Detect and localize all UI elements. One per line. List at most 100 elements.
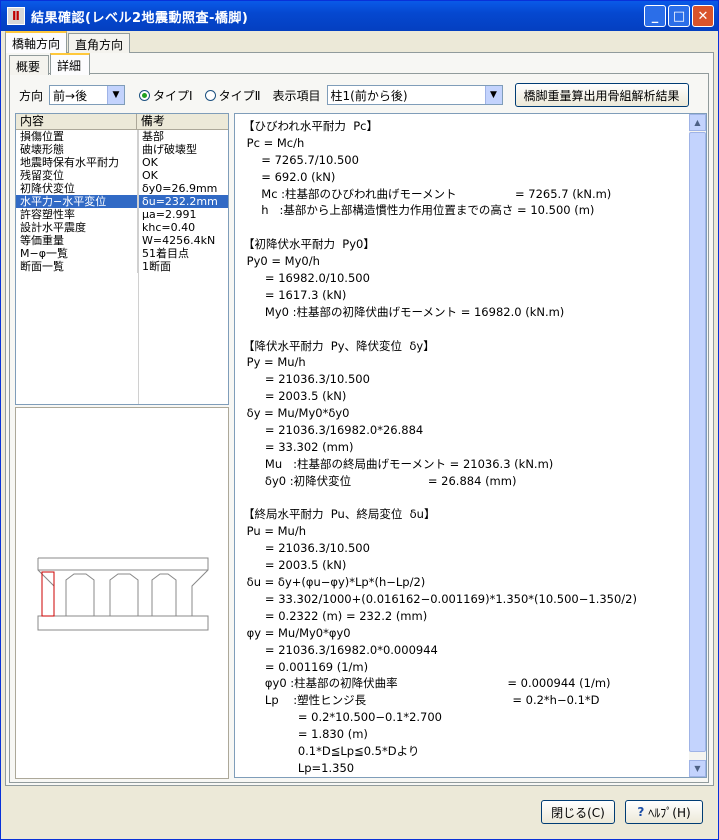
detail-line: = 692.0 (kN) <box>243 169 336 184</box>
tab-perpendicular[interactable]: 直角方向 <box>68 33 131 53</box>
scroll-thumb[interactable] <box>689 132 706 752</box>
detail-line: = 7265.7/10.500 <box>243 152 359 167</box>
detail-line: = 21036.3/16982.0*0.000944 <box>243 642 438 657</box>
scroll-down-icon[interactable]: ▼ <box>689 760 706 777</box>
maximize-button[interactable]: □ <box>668 5 690 27</box>
title-bar[interactable]: Ⅱ 結果確認(レベル2地震動照査-橋脚) _ □ ✕ <box>1 1 718 31</box>
detail-line: 【終局水平耐力 Pu、終局変位 δu】 <box>243 507 436 522</box>
detail-line: = 0.2322 (m) = 232.2 (mm) <box>243 608 428 623</box>
detail-line: δu = δy+(φu−φy)*Lp*(h−Lp/2) <box>243 575 426 590</box>
scroll-up-icon[interactable]: ▲ <box>689 114 706 131</box>
detail-line: D :断面高さ (m) <box>243 777 688 778</box>
inner-tabs: 概要 詳細 <box>9 53 91 75</box>
list-item-note: μa=2.991 <box>142 208 197 221</box>
detail-line: Mu :柱基部の終局曲げモーメント = 21036.3 (kN.m) <box>243 456 554 471</box>
list-item-name: M−φ一覧 <box>16 247 138 260</box>
detail-line <box>243 219 688 236</box>
chevron-down-icon[interactable]: ▼ <box>484 86 502 104</box>
list-item-name: 水平力−水平変位 <box>16 195 138 208</box>
list-item[interactable]: 損傷位置 基部 <box>16 130 228 143</box>
radio-unselected-icon[interactable] <box>204 89 216 101</box>
toolbar: 方向 前→後 ▼ タイプⅠ タイプⅡ 表示項目 柱1(前から後) ▼ 橋脚重量算… <box>19 83 689 107</box>
detail-line: 【ひびわれ水平耐力 Pc】 <box>243 119 378 133</box>
pier-outline <box>37 557 209 617</box>
list-item[interactable]: 許容塑性率 μa=2.991 <box>16 208 228 221</box>
display-item-select[interactable]: 柱1(前から後) ▼ <box>326 85 503 105</box>
list-item[interactable]: 初降伏変位 δy0=26.9mm <box>16 182 228 195</box>
list-header: 内容 備考 <box>16 114 228 130</box>
pier-preview <box>15 407 229 779</box>
detail-line: = 2003.5 (kN) <box>243 558 347 573</box>
detail-line: Pc = Mc/h <box>243 135 305 150</box>
list-item-note: δy0=26.9mm <box>142 182 218 195</box>
detail-line: φy = Mu/My0*φy0 <box>243 625 351 640</box>
vertical-scrollbar[interactable]: ▲ ▼ <box>689 114 706 777</box>
column-header-note[interactable]: 備考 <box>137 114 228 129</box>
detail-line: = 1.830 (m) <box>243 727 368 742</box>
detail-line: = 33.302/1000+(0.016162−0.001169)*1.350*… <box>243 591 637 606</box>
direction-label: 方向 <box>19 88 44 103</box>
detail-line: = 21036.3/10.500 <box>243 541 370 556</box>
list-item-note: 51着目点 <box>142 247 189 260</box>
display-item-value: 柱1(前から後) <box>330 88 408 103</box>
footing-outline <box>37 615 209 631</box>
help-button[interactable]: ? ﾍﾙﾌﾟ(H) <box>625 800 703 824</box>
direction-select[interactable]: 前→後 ▼ <box>49 85 126 105</box>
radio-selected-icon[interactable] <box>139 89 151 101</box>
tab-detail[interactable]: 詳細 <box>50 53 90 75</box>
list-item-note: 曲げ破壊型 <box>142 143 197 156</box>
detail-line: Pu = Mu/h <box>243 524 306 539</box>
result-list[interactable]: 内容 備考 損傷位置 基部 破壊形態 曲げ破壊型 地震時保有水平耐力 OK 残留変位 OK 初降… <box>15 113 229 405</box>
list-item[interactable]: 残留変位 OK <box>16 169 228 182</box>
detail-line: 【降伏水平耐力 Py、降伏変位 δy】 <box>243 338 435 353</box>
list-item-note: W=4256.4kN <box>142 234 216 247</box>
type2-radio[interactable]: タイプⅡ <box>204 87 260 104</box>
list-item[interactable]: 水平力−水平変位 δu=232.2mm <box>16 195 228 208</box>
type1-radio[interactable]: タイプⅠ <box>139 87 193 104</box>
list-item-note: 1断面 <box>142 260 171 273</box>
minimize-button[interactable]: _ <box>644 5 666 27</box>
list-item[interactable]: 破壊形態 曲げ破壊型 <box>16 143 228 156</box>
weight-analysis-button[interactable]: 橋脚重量算出用骨組解析結果 <box>514 83 689 107</box>
list-item[interactable]: 断面一覧 1断面 <box>16 260 228 273</box>
display-item-label: 表示項目 <box>272 88 321 103</box>
detail-line: = 0.001169 (1/m) <box>243 659 369 674</box>
list-item[interactable]: M−φ一覧 51着目点 <box>16 247 228 260</box>
tab-bridge-axis[interactable]: 橋軸方向 <box>5 31 68 53</box>
detail-line: φy0 :柱基部の初降伏曲率 = 0.000944 (1/m) <box>243 676 611 691</box>
list-item[interactable]: 地震時保有水平耐力 OK <box>16 156 228 169</box>
list-item-name: 地震時保有水平耐力 <box>16 156 138 169</box>
list-item-note: OK <box>142 169 158 182</box>
detail-line <box>243 321 688 338</box>
list-item-note: δu=232.2mm <box>142 195 218 208</box>
list-item-name: 初降伏変位 <box>16 182 138 195</box>
list-item-name: 許容塑性率 <box>16 208 138 221</box>
chevron-down-icon[interactable]: ▼ <box>107 86 125 104</box>
list-item-note: khc=0.40 <box>142 221 196 234</box>
detail-line: δy0 :初降伏変位 = 26.884 (mm) <box>243 473 517 488</box>
detail-line: = 21036.3/16982.0*26.884 <box>243 423 424 438</box>
list-item-note: 基部 <box>142 130 164 143</box>
detail-line: h :基部から上部構造慣性力作用位置までの高さ = 10.500 (m) <box>243 203 595 218</box>
detail-text: 【ひびわれ水平耐力 Pc】 Pc = Mc/h = 7265.7/10.500 … <box>243 118 688 778</box>
detail-line: = 33.302 (mm) <box>243 439 354 454</box>
type1-label: タイプⅠ <box>153 88 193 103</box>
detail-line: Py0 = My0/h <box>243 254 320 269</box>
column-header-content[interactable]: 内容 <box>16 114 137 129</box>
list-item[interactable]: 等価重量 W=4256.4kN <box>16 234 228 247</box>
detail-line: Mc :柱基部のひびわれ曲げモーメント = 7265.7 (kN.m) <box>243 186 612 201</box>
close-window-button[interactable]: ✕ <box>692 5 714 27</box>
detail-line: 【初降伏水平耐力 Py0】 <box>243 237 375 252</box>
detail-line: = 2003.5 (kN) <box>243 389 347 404</box>
list-item-name: 残留変位 <box>16 169 138 182</box>
detail-text-area[interactable]: 【ひびわれ水平耐力 Pc】 Pc = Mc/h = 7265.7/10.500 … <box>234 113 707 778</box>
help-label: ﾍﾙﾌﾟ(H) <box>648 805 691 820</box>
app-icon: Ⅱ <box>7 7 25 25</box>
window-title: 結果確認(レベル2地震動照査-橋脚) <box>31 10 249 26</box>
close-button[interactable]: 閉じる(C) <box>541 800 615 824</box>
outer-tabs: 橋軸方向 直角方向 <box>5 31 131 53</box>
main-window: Ⅱ 結果確認(レベル2地震動照査-橋脚) _ □ ✕ 橋軸方向 直角方向 概要 … <box>0 0 719 840</box>
tab-summary[interactable]: 概要 <box>9 55 49 75</box>
list-item-name: 設計水平震度 <box>16 221 138 234</box>
list-item[interactable]: 設計水平震度 khc=0.40 <box>16 221 228 234</box>
